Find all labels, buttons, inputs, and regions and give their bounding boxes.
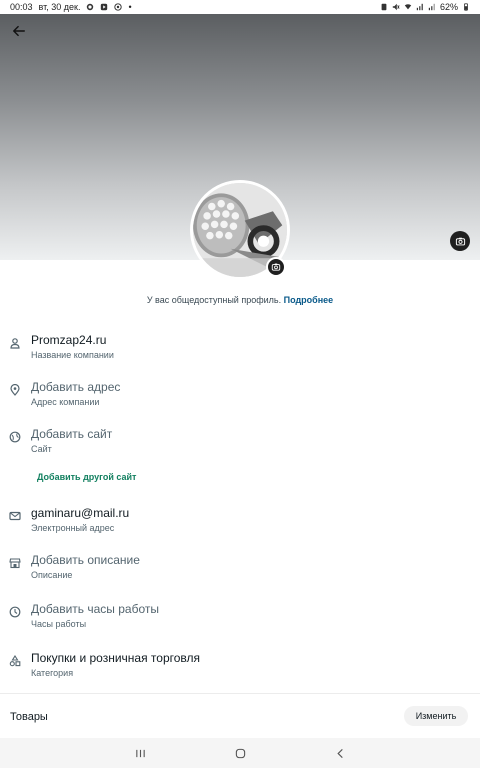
location-icon xyxy=(8,383,22,397)
home-button[interactable] xyxy=(228,741,252,765)
description-value: Добавить описание xyxy=(31,553,140,567)
person-icon xyxy=(8,336,22,350)
add-other-site-link[interactable]: Добавить другой сайт xyxy=(37,472,136,482)
goods-heading: Товары xyxy=(10,711,48,723)
globe-icon xyxy=(8,430,22,444)
status-left: 00:03 вт, 30 дек. • xyxy=(10,2,132,12)
company-name-value: Promzap24.ru xyxy=(31,333,107,347)
category-label: Категория xyxy=(31,668,74,678)
signal-secondary-icon xyxy=(428,3,436,11)
signal-icon xyxy=(416,3,424,11)
public-profile-note: У вас общедоступный профиль. Подробнее xyxy=(0,295,480,305)
email-label: Электронный адрес xyxy=(31,523,115,533)
media-notification-icon xyxy=(100,3,108,11)
mute-icon xyxy=(392,3,400,11)
status-bar: 00:03 вт, 30 дек. • 62% xyxy=(0,0,480,14)
whatsapp-notification-icon xyxy=(114,3,123,11)
clock-icon xyxy=(8,605,22,619)
wifi-icon xyxy=(404,3,412,11)
back-button[interactable] xyxy=(10,22,28,40)
category-value: Покупки и розничная торговля xyxy=(31,651,201,665)
address-label: Адрес компании xyxy=(31,397,100,407)
address-value: Добавить адрес xyxy=(31,380,121,394)
website-label: Сайт xyxy=(31,444,52,454)
website-row[interactable]: Добавить сайт Сайт xyxy=(0,427,480,467)
status-dot: • xyxy=(128,2,132,12)
status-date: вт, 30 дек. xyxy=(38,2,81,12)
camera-icon xyxy=(455,237,465,245)
company-name-label: Название компании xyxy=(31,350,114,360)
email-value: gaminaru@mail.ru xyxy=(31,506,130,520)
hours-label: Часы работы xyxy=(31,619,87,629)
learn-more-link[interactable]: Подробнее xyxy=(284,295,334,305)
public-profile-text: У вас общедоступный профиль. xyxy=(146,295,282,305)
email-row[interactable]: gaminaru@mail.ru Электронный адрес xyxy=(0,506,480,546)
battery-percent: 62% xyxy=(439,2,458,12)
category-row[interactable]: Покупки и розничная торговля Категория xyxy=(0,651,480,691)
status-time: 00:03 xyxy=(10,2,33,12)
arrow-left-icon xyxy=(13,25,25,37)
hours-row[interactable]: Добавить часы работы Часы работы xyxy=(0,602,480,642)
camera-icon xyxy=(271,263,281,271)
recent-apps-button[interactable] xyxy=(128,741,152,765)
status-right: 62% xyxy=(380,2,470,12)
hours-value: Добавить часы работы xyxy=(31,602,160,616)
alarm-icon xyxy=(380,3,388,11)
website-value: Добавить сайт xyxy=(31,427,113,441)
description-label: Описание xyxy=(31,570,73,580)
category-icon xyxy=(8,654,22,668)
recent-apps-icon xyxy=(135,749,145,757)
chevron-left-icon xyxy=(336,748,343,758)
address-row[interactable]: Добавить адрес Адрес компании xyxy=(0,380,480,420)
store-icon xyxy=(8,556,22,570)
mail-icon xyxy=(8,509,22,523)
edit-goods-button[interactable]: Изменить xyxy=(404,706,468,726)
description-row[interactable]: Добавить описание Описание xyxy=(0,553,480,593)
nav-back-button[interactable] xyxy=(328,741,352,765)
section-divider xyxy=(0,693,480,694)
battery-icon xyxy=(462,3,470,11)
chat-notification-icon xyxy=(86,3,94,11)
company-name-row[interactable]: Promzap24.ru Название компании xyxy=(0,333,480,373)
system-nav-bar xyxy=(0,738,480,768)
home-icon xyxy=(235,748,245,758)
change-avatar-button[interactable] xyxy=(266,257,286,277)
change-cover-button[interactable] xyxy=(450,231,470,251)
